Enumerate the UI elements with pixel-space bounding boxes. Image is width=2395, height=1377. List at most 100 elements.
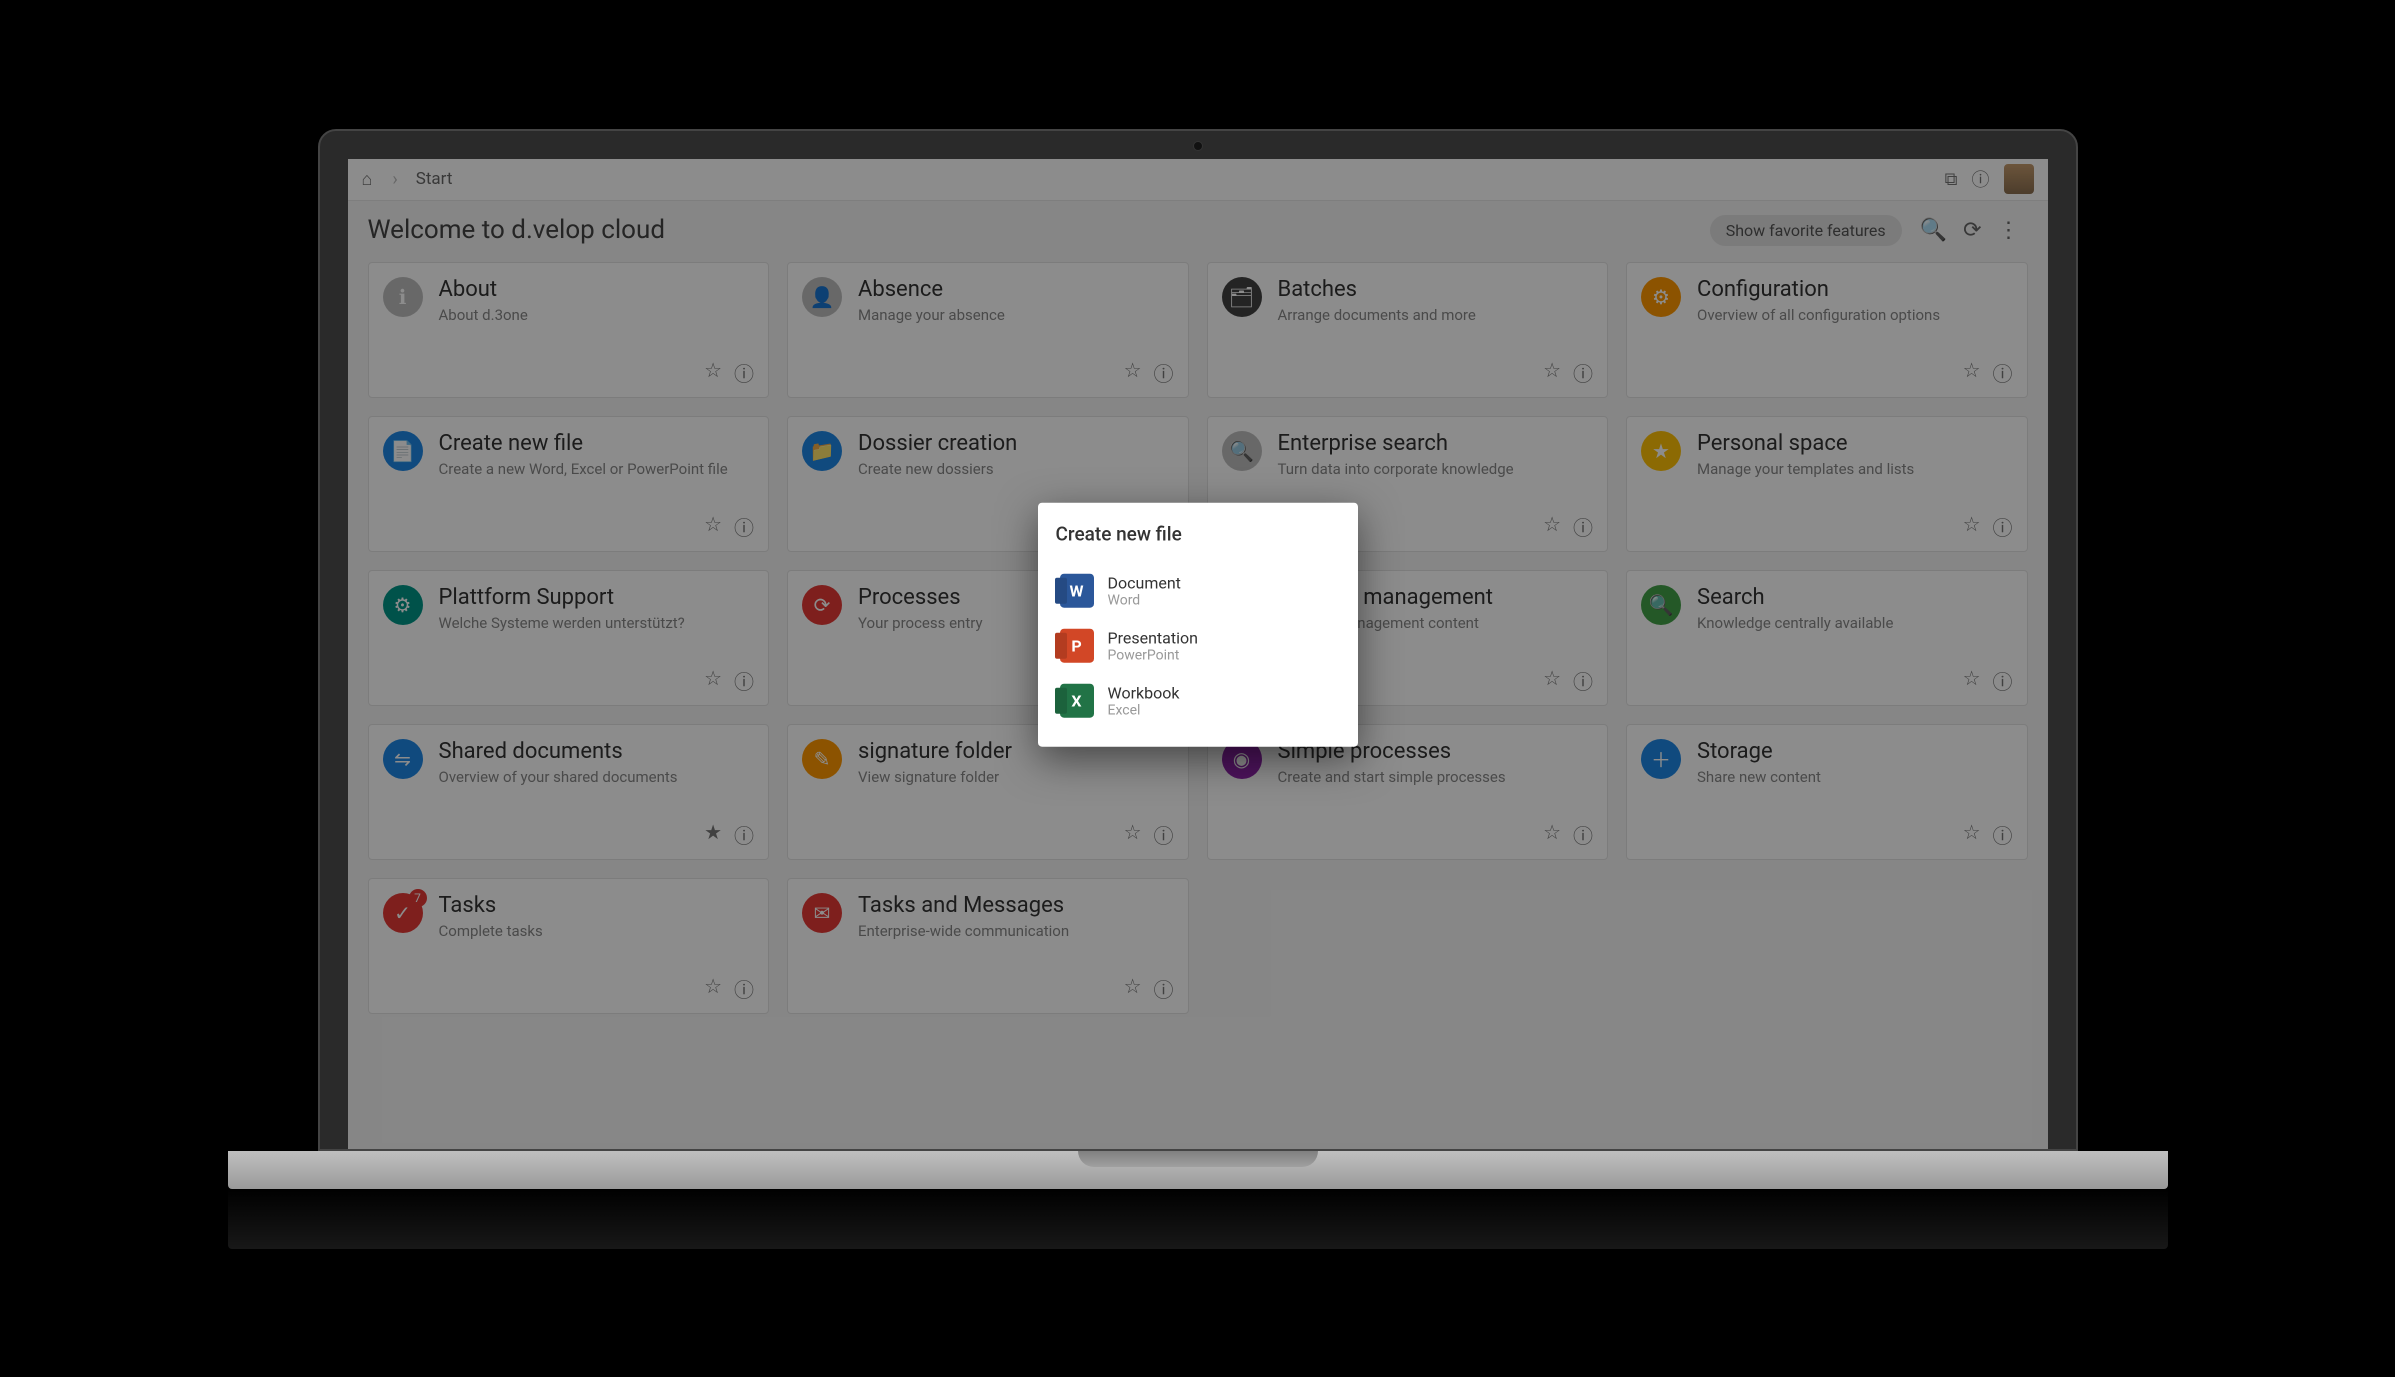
info-icon[interactable]: ⓘ xyxy=(1993,820,2013,849)
card-description: Your process entry xyxy=(858,614,983,632)
feature-card[interactable]: 🔍 Search Knowledge centrally available ☆… xyxy=(1626,570,2028,706)
info-icon[interactable]: ⓘ xyxy=(1573,358,1593,387)
breadcrumb-separator: › xyxy=(392,169,397,190)
info-icon[interactable]: ⓘ xyxy=(734,512,754,541)
home-icon[interactable]: ⌂ xyxy=(362,169,373,190)
info-icon[interactable]: ⓘ xyxy=(1573,820,1593,849)
card-title: Shared documents xyxy=(439,739,678,764)
open-new-window-icon[interactable]: ⧉ xyxy=(1945,169,1958,190)
info-icon[interactable]: ⓘ xyxy=(1573,666,1593,695)
info-icon[interactable]: ⓘ xyxy=(1993,666,2013,695)
card-icon: 👤 xyxy=(802,277,842,317)
modal-option[interactable]: P Presentation PowerPoint xyxy=(1056,618,1340,673)
card-title: Storage xyxy=(1697,739,1821,764)
modal-option-title: Presentation xyxy=(1108,628,1198,647)
star-icon[interactable]: ☆ xyxy=(1543,358,1561,387)
star-icon[interactable]: ☆ xyxy=(704,666,722,695)
star-icon[interactable]: ☆ xyxy=(1963,666,1981,695)
card-description: View signature folder xyxy=(858,768,1012,786)
info-icon[interactable]: ⓘ xyxy=(1993,358,2013,387)
feature-card[interactable]: ⚙ Configuration Overview of all configur… xyxy=(1626,262,2028,398)
card-title: signature folder xyxy=(858,739,1012,764)
feature-card[interactable]: ⇋ Shared documents Overview of your shar… xyxy=(368,724,770,860)
feature-card[interactable]: ℹ About About d.3one ☆ ⓘ xyxy=(368,262,770,398)
star-icon[interactable]: ☆ xyxy=(1124,974,1142,1003)
card-description: About d.3one xyxy=(439,306,528,324)
search-icon[interactable]: 🔍 xyxy=(1920,218,1947,243)
card-title: Enterprise search xyxy=(1278,431,1514,456)
card-description: Enterprise-wide communication xyxy=(858,922,1069,940)
star-icon[interactable]: ☆ xyxy=(1963,358,1981,387)
card-description: Knowledge centrally available xyxy=(1697,614,1893,632)
filetype-icon: P xyxy=(1060,629,1094,663)
card-description: Overview of your shared documents xyxy=(439,768,678,786)
card-description: Create new dossiers xyxy=(858,460,1017,478)
create-new-file-modal: Create new file W Document Word P Presen… xyxy=(1038,502,1358,746)
user-avatar[interactable] xyxy=(2004,164,2034,194)
star-icon[interactable]: ☆ xyxy=(1963,820,1981,849)
card-title: About xyxy=(439,277,528,302)
card-title: Absence xyxy=(858,277,1005,302)
info-icon[interactable]: ⓘ xyxy=(1154,820,1174,849)
card-icon: ✓7 xyxy=(383,893,423,933)
card-icon: ⇋ xyxy=(383,739,423,779)
feature-card[interactable]: ⚙ Plattform Support Welche Systeme werde… xyxy=(368,570,770,706)
star-icon[interactable]: ☆ xyxy=(1543,666,1561,695)
page-header: Welcome to d.velop cloud Show favorite f… xyxy=(368,215,2028,246)
modal-title: Create new file xyxy=(1056,522,1340,545)
feature-card[interactable]: 👤 Absence Manage your absence ☆ ⓘ xyxy=(787,262,1189,398)
card-title: Create new file xyxy=(439,431,728,456)
modal-option[interactable]: W Document Word xyxy=(1056,563,1340,618)
info-icon[interactable]: ⓘ xyxy=(1154,974,1174,1003)
card-icon: 🔍 xyxy=(1222,431,1262,471)
feature-card[interactable]: 🗂 Batches Arrange documents and more ☆ ⓘ xyxy=(1207,262,1609,398)
refresh-icon[interactable]: ⟳ xyxy=(1963,218,1981,243)
star-icon[interactable]: ☆ xyxy=(704,512,722,541)
card-description: Create and start simple processes xyxy=(1278,768,1506,786)
card-icon: ⟳ xyxy=(802,585,842,625)
card-description: Welche Systeme werden unterstützt? xyxy=(439,614,685,632)
star-icon[interactable]: ☆ xyxy=(1543,512,1561,541)
top-bar: ⌂ › Start ⧉ ⓘ xyxy=(348,159,2048,201)
page-title: Welcome to d.velop cloud xyxy=(368,215,665,245)
star-icon[interactable]: ☆ xyxy=(704,358,722,387)
card-description: Turn data into corporate knowledge xyxy=(1278,460,1514,478)
card-title: Search xyxy=(1697,585,1893,610)
card-title: Tasks and Messages xyxy=(858,893,1069,918)
info-icon[interactable]: ⓘ xyxy=(734,974,754,1003)
modal-option-title: Document xyxy=(1108,573,1181,592)
card-title: Plattform Support xyxy=(439,585,685,610)
info-icon[interactable]: ⓘ xyxy=(1993,512,2013,541)
info-icon[interactable]: ⓘ xyxy=(1972,166,1990,192)
info-icon[interactable]: ⓘ xyxy=(1154,358,1174,387)
info-icon[interactable]: ⓘ xyxy=(1573,512,1593,541)
breadcrumb-current[interactable]: Start xyxy=(416,169,453,189)
card-title: Configuration xyxy=(1697,277,1940,302)
star-icon[interactable]: ☆ xyxy=(1124,358,1142,387)
more-icon[interactable]: ⋮ xyxy=(1998,218,2020,243)
card-description: Arrange documents and more xyxy=(1278,306,1476,324)
info-icon[interactable]: ⓘ xyxy=(734,358,754,387)
star-icon[interactable]: ☆ xyxy=(1543,820,1561,849)
feature-card[interactable]: 📄 Create new file Create a new Word, Exc… xyxy=(368,416,770,552)
feature-card[interactable]: ＋ Storage Share new content ☆ ⓘ xyxy=(1626,724,2028,860)
feature-card[interactable]: ★ Personal space Manage your templates a… xyxy=(1626,416,2028,552)
card-title: Tasks xyxy=(439,893,543,918)
modal-option[interactable]: X Workbook Excel xyxy=(1056,673,1340,728)
star-icon[interactable]: ☆ xyxy=(1124,820,1142,849)
feature-card[interactable]: ✉ Tasks and Messages Enterprise-wide com… xyxy=(787,878,1189,1014)
filetype-icon: W xyxy=(1060,574,1094,608)
card-icon: ✎ xyxy=(802,739,842,779)
card-icon: 🗂 xyxy=(1222,277,1262,317)
laptop-camera xyxy=(1193,141,1203,151)
filetype-icon: X xyxy=(1060,684,1094,718)
star-icon[interactable]: ☆ xyxy=(1963,512,1981,541)
card-icon: ＋ xyxy=(1641,739,1681,779)
feature-card[interactable]: ✓7 Tasks Complete tasks ☆ ⓘ xyxy=(368,878,770,1014)
star-icon[interactable]: ★ xyxy=(704,820,722,849)
star-icon[interactable]: ☆ xyxy=(704,974,722,1003)
modal-option-subtitle: Word xyxy=(1108,592,1181,608)
show-favorites-chip[interactable]: Show favorite features xyxy=(1710,215,1902,246)
info-icon[interactable]: ⓘ xyxy=(734,666,754,695)
info-icon[interactable]: ⓘ xyxy=(734,820,754,849)
